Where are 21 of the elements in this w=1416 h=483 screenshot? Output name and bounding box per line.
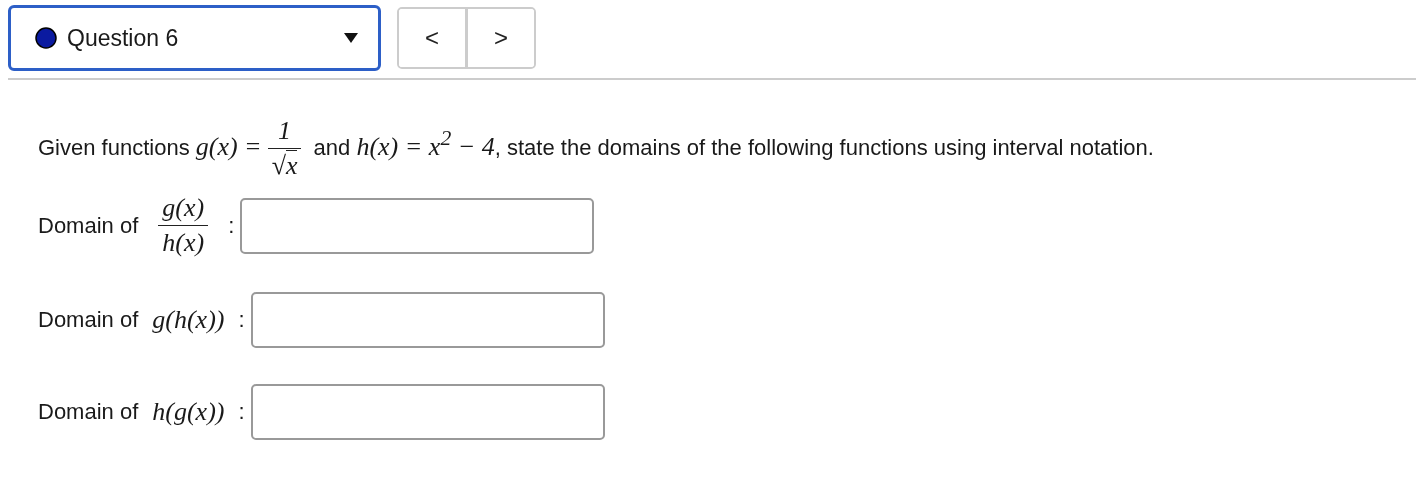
- question-text: , state the domains of the following functions using interval notation.: [494, 134, 1154, 160]
- domain-label: Domain of: [38, 399, 139, 425]
- colon-text: :: [228, 212, 235, 239]
- colon-text: :: [238, 399, 245, 425]
- question-dropdown[interactable]: Question 6: [8, 5, 381, 71]
- answer-field[interactable]: [250, 292, 605, 348]
- math-expression: h(x) = x$^{2}$ − 4: [356, 131, 495, 161]
- fraction-expression: 1 √x: [267, 116, 302, 182]
- question-text: and: [312, 134, 352, 160]
- math-expression: h(g(x)): [152, 397, 225, 427]
- answer-field[interactable]: [240, 197, 595, 254]
- domain-label: Domain of: [38, 307, 139, 333]
- colon-text: :: [238, 307, 245, 333]
- math-expression: g(h(x)): [152, 305, 225, 335]
- status-dot-icon: [35, 27, 57, 49]
- answer-field[interactable]: [250, 384, 605, 440]
- domain-label: Domain of: [38, 212, 139, 239]
- math-expression: g(x) =: [195, 131, 262, 161]
- fraction-expression: g(x) h(x): [158, 193, 209, 258]
- question-text: Given functions: [38, 134, 191, 160]
- caret-icon: [344, 33, 358, 43]
